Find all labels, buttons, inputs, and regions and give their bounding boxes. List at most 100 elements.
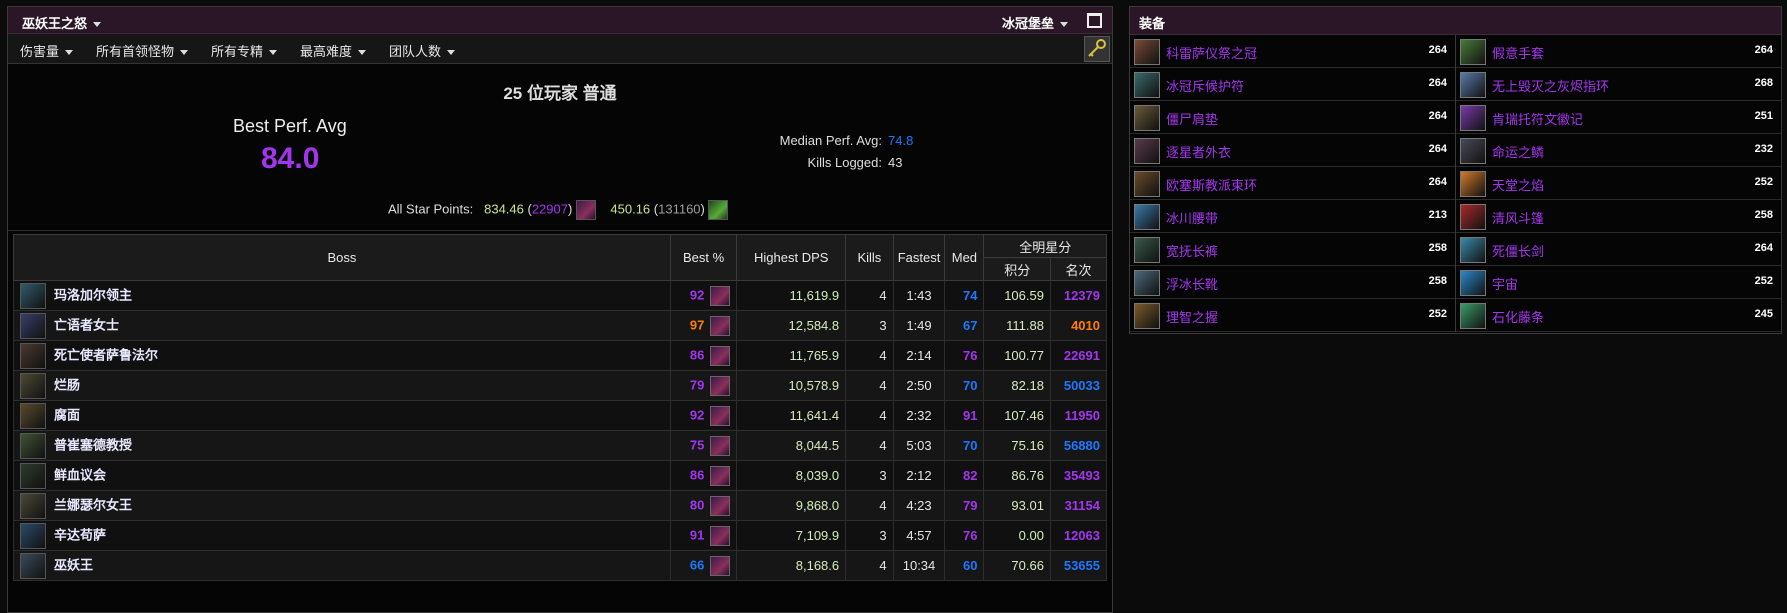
equipment-item[interactable]: 假意手套 264 xyxy=(1456,35,1781,68)
maximize-icon[interactable] xyxy=(1087,13,1102,28)
boss-name[interactable]: 兰娜瑟尔女王 xyxy=(54,497,132,512)
boss-cell[interactable]: 亡语者女士 xyxy=(13,310,671,341)
dps-value: 11,765.9 xyxy=(736,340,847,371)
boss-name[interactable]: 烂肠 xyxy=(54,377,80,392)
boss-cell[interactable]: 烂肠 xyxy=(13,370,671,401)
equipment-item[interactable]: 欧塞斯教派束环 264 xyxy=(1130,167,1455,200)
boss-cell[interactable]: 辛达苟萨 xyxy=(13,520,671,551)
table-row[interactable]: 腐面 92 11,641.4 4 2:32 91 107.46 11950 xyxy=(13,400,1108,431)
allstar-points: 111.88 xyxy=(983,310,1051,341)
equipment-item[interactable]: 冰冠斥候护符 264 xyxy=(1130,68,1455,101)
item-name[interactable]: 僵尸肩垫 xyxy=(1166,109,1218,128)
item-name[interactable]: 假意手套 xyxy=(1492,43,1544,62)
item-name[interactable]: 浮冰长靴 xyxy=(1166,274,1218,293)
filter-size[interactable]: 团队人数 xyxy=(389,41,456,60)
boss-name[interactable]: 亡语者女士 xyxy=(54,317,119,332)
equipment-item[interactable]: 宇宙 252 xyxy=(1456,266,1781,299)
table-row[interactable]: 普崔塞德教授 75 8,044.5 4 5:03 70 75.16 56880 xyxy=(13,430,1108,461)
best-percent: 92 xyxy=(689,286,705,302)
col-rank[interactable]: 名次 xyxy=(1049,257,1108,281)
boss-cell[interactable]: 鲜血议会 xyxy=(13,460,671,491)
col-best[interactable]: Best % xyxy=(669,234,738,281)
table-row[interactable]: 死亡使者萨鲁法尔 86 11,765.9 4 2:14 76 100.77 22691 xyxy=(13,340,1108,371)
boss-name[interactable]: 普崔塞德教授 xyxy=(54,437,132,452)
boss-name[interactable]: 死亡使者萨鲁法尔 xyxy=(54,347,158,362)
filter-difficulty[interactable]: 最高难度 xyxy=(300,41,367,60)
difficulty-title: 25 位玩家 普通 xyxy=(503,84,617,103)
col-points[interactable]: 积分 xyxy=(983,257,1051,281)
boss-portrait-icon xyxy=(20,552,46,579)
table-row[interactable]: 亡语者女士 97 12,584.8 3 1:49 67 111.88 4010 xyxy=(13,310,1108,341)
boss-cell[interactable]: 玛洛加尔领主 xyxy=(13,280,671,311)
boss-cell[interactable]: 死亡使者萨鲁法尔 xyxy=(13,340,671,371)
equipment-item[interactable]: 死僵长剑 264 xyxy=(1456,233,1781,266)
item-name[interactable]: 肯瑞托符文徽记 xyxy=(1492,109,1583,128)
boss-name[interactable]: 鲜血议会 xyxy=(54,467,106,482)
item-name[interactable]: 欧塞斯教派束环 xyxy=(1166,175,1257,194)
item-name[interactable]: 天堂之焰 xyxy=(1492,175,1544,194)
col-fastest[interactable]: Fastest xyxy=(892,234,946,281)
kills-value: 3 xyxy=(845,520,894,551)
boss-name[interactable]: 巫妖王 xyxy=(54,557,93,572)
zone-dropdown[interactable]: 巫妖王之怒 xyxy=(22,13,102,32)
item-name[interactable]: 死僵长剑 xyxy=(1492,241,1544,260)
item-name[interactable]: 科雷萨仪祭之冠 xyxy=(1166,43,1257,62)
boss-cell[interactable]: 巫妖王 xyxy=(13,550,671,581)
equipment-item[interactable]: 清风斗篷 258 xyxy=(1456,200,1781,233)
col-boss[interactable]: Boss xyxy=(13,234,671,281)
chevron-down-icon xyxy=(93,22,102,28)
filter-spec[interactable]: 所有专精 xyxy=(211,41,278,60)
equipment-item[interactable]: 无上毁灭之灰烬指环 268 xyxy=(1456,68,1781,101)
table-row[interactable]: 兰娜瑟尔女王 80 9,868.0 4 4:23 79 93.01 31154 xyxy=(13,490,1108,521)
item-name[interactable]: 宇宙 xyxy=(1492,274,1518,293)
character-rankings-panel: 巫妖王之怒 冰冠堡垒 伤害量 所有首领怪物 所有专精 最高难度 团队人数 25 … xyxy=(7,6,1113,613)
table-row[interactable]: 玛洛加尔领主 92 11,619.9 4 1:43 74 106.59 12379 xyxy=(13,280,1108,311)
raid-dropdown[interactable]: 冰冠堡垒 xyxy=(1002,13,1068,32)
boss-cell[interactable]: 腐面 xyxy=(13,400,671,431)
best-perf-value: 84.0 xyxy=(261,142,320,175)
col-med[interactable]: Med xyxy=(944,234,985,281)
equipment-item[interactable]: 逐星者外衣 264 xyxy=(1130,134,1455,167)
item-level: 264 xyxy=(1428,77,1447,89)
table-row[interactable]: 辛达苟萨 91 7,109.9 3 4:57 76 0.00 12063 xyxy=(13,520,1108,551)
equipment-item[interactable]: 僵尸肩垫 264 xyxy=(1130,101,1455,134)
item-name[interactable]: 命运之鳞 xyxy=(1492,142,1544,161)
item-icon xyxy=(1134,39,1160,65)
equipment-item[interactable]: 宽抚长裤 258 xyxy=(1130,233,1455,266)
item-name[interactable]: 石化藤条 xyxy=(1492,307,1544,326)
equipment-item[interactable]: 肯瑞托符文徽记 251 xyxy=(1456,101,1781,134)
item-name[interactable]: 理智之握 xyxy=(1166,307,1218,326)
col-kills[interactable]: Kills xyxy=(845,234,894,281)
equipment-item[interactable]: 命运之鳞 232 xyxy=(1456,134,1781,167)
table-row[interactable]: 巫妖王 66 8,168.6 4 10:34 60 70.66 53655 xyxy=(13,550,1108,581)
allstar-points: 100.77 xyxy=(983,340,1051,371)
item-name[interactable]: 逐星者外衣 xyxy=(1166,142,1231,161)
item-name[interactable]: 冰冠斥候护符 xyxy=(1166,76,1244,95)
boss-cell[interactable]: 普崔塞德教授 xyxy=(13,430,671,461)
equipment-item[interactable]: 科雷萨仪祭之冠 264 xyxy=(1130,35,1455,68)
item-level: 258 xyxy=(1428,275,1447,287)
equipment-item[interactable]: 浮冰长靴 258 xyxy=(1130,266,1455,299)
col-allstar: 全明星分 xyxy=(983,234,1107,258)
item-level: 245 xyxy=(1754,308,1773,320)
col-dps[interactable]: Highest DPS xyxy=(736,234,847,281)
table-row[interactable]: 鲜血议会 86 8,039.0 3 2:12 82 86.76 35493 xyxy=(13,460,1108,491)
item-name[interactable]: 无上毁灭之灰烬指环 xyxy=(1492,76,1609,95)
boss-name[interactable]: 辛达苟萨 xyxy=(54,527,106,542)
table-row[interactable]: 烂肠 79 10,578.9 4 2:50 70 82.18 50033 xyxy=(13,370,1108,401)
filter-metric[interactable]: 伤害量 xyxy=(20,41,74,60)
item-name[interactable]: 清风斗篷 xyxy=(1492,208,1544,227)
boss-portrait-icon xyxy=(20,462,46,489)
equipment-item[interactable]: 天堂之焰 252 xyxy=(1456,167,1781,200)
key-icon[interactable] xyxy=(1084,36,1110,62)
equipment-item[interactable]: 石化藤条 245 xyxy=(1456,299,1781,332)
boss-name[interactable]: 腐面 xyxy=(54,407,80,422)
item-name[interactable]: 冰川腰带 xyxy=(1166,208,1218,227)
equipment-item[interactable]: 理智之握 252 xyxy=(1130,299,1455,332)
equipment-item[interactable]: 冰川腰带 213 xyxy=(1130,200,1455,233)
allstar-rank: 4010 xyxy=(1049,310,1108,341)
item-name[interactable]: 宽抚长裤 xyxy=(1166,241,1218,260)
boss-name[interactable]: 玛洛加尔领主 xyxy=(54,287,132,302)
filter-boss[interactable]: 所有首领怪物 xyxy=(96,41,189,60)
boss-cell[interactable]: 兰娜瑟尔女王 xyxy=(13,490,671,521)
